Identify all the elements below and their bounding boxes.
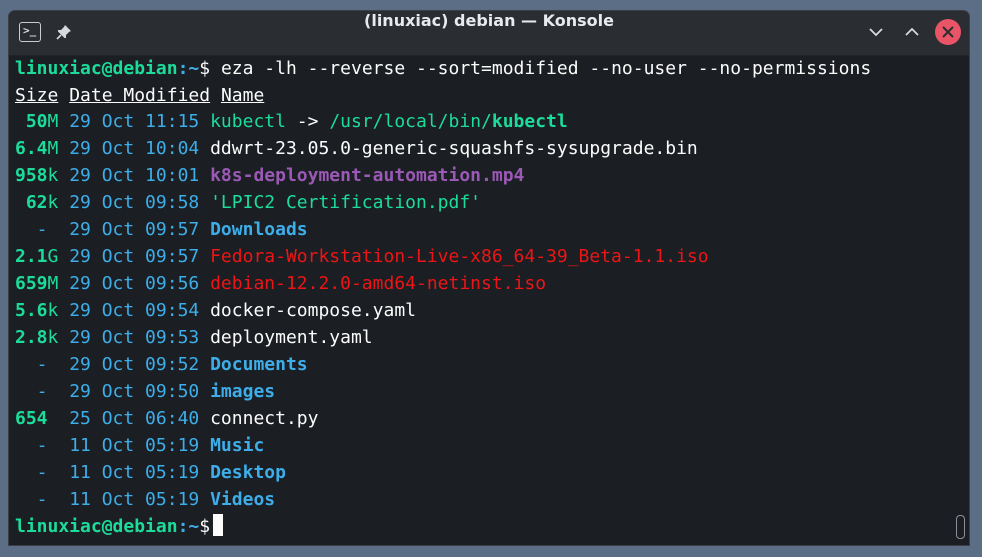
size-value: - bbox=[15, 354, 48, 375]
file-row: - 29 Oct 09:52 Documents bbox=[15, 351, 969, 378]
prompt-symbol-2: $ bbox=[199, 516, 211, 537]
header-date: Date Modified bbox=[69, 85, 211, 106]
maximize-button[interactable] bbox=[899, 19, 925, 45]
size-unit: M bbox=[47, 111, 59, 132]
file-row: - 29 Oct 09:57 Downloads bbox=[15, 216, 969, 243]
active-prompt-line[interactable]: linuxiac@debian:~$ bbox=[15, 513, 969, 540]
close-icon bbox=[942, 26, 954, 38]
prompt-path: :~ bbox=[177, 58, 200, 79]
file-row: 2.1G 29 Oct 09:57 Fedora-Workstation-Liv… bbox=[15, 243, 969, 270]
date-modified: 11 Oct 05:19 bbox=[69, 435, 200, 456]
date-modified: 29 Oct 09:57 bbox=[69, 219, 200, 240]
size-unit: k bbox=[47, 327, 59, 348]
file-name[interactable]: connect.py bbox=[210, 408, 318, 429]
title-bar[interactable]: >_ (linuxiac) debian — Konsole bbox=[9, 11, 969, 56]
size-value: - bbox=[15, 462, 48, 483]
file-name[interactable]: Videos bbox=[210, 489, 275, 510]
size-value: - bbox=[15, 381, 48, 402]
header-size: Size bbox=[15, 85, 59, 106]
size-value: 2.8 bbox=[15, 327, 48, 348]
text-cursor bbox=[213, 514, 224, 536]
listing-header: Size Date Modified Name bbox=[15, 82, 969, 109]
size-unit: G bbox=[47, 246, 59, 267]
size-value: - bbox=[15, 489, 48, 510]
size-unit: M bbox=[47, 273, 59, 294]
date-modified: 29 Oct 09:57 bbox=[69, 246, 200, 267]
file-name[interactable]: Downloads bbox=[210, 219, 308, 240]
header-name: Name bbox=[220, 85, 265, 106]
date-modified: 29 Oct 09:52 bbox=[69, 354, 200, 375]
file-name[interactable]: k8s-deployment-automation.mp4 bbox=[210, 165, 524, 186]
file-row: 5.6k 29 Oct 09:54 docker-compose.yaml bbox=[15, 297, 969, 324]
minimize-button[interactable] bbox=[863, 19, 889, 45]
date-modified: 29 Oct 10:04 bbox=[69, 138, 200, 159]
size-value: 2.1 bbox=[15, 246, 48, 267]
prompt-path-2: :~ bbox=[177, 516, 200, 537]
file-row: 62k 29 Oct 09:58 'LPIC2 Certification.pd… bbox=[15, 189, 969, 216]
size-value: 659 bbox=[15, 273, 48, 294]
size-value: - bbox=[15, 435, 48, 456]
file-row: 50M 29 Oct 11:15 kubectl -> /usr/local/b… bbox=[15, 108, 969, 135]
size-value: 654 bbox=[15, 408, 48, 429]
date-modified: 29 Oct 09:58 bbox=[69, 192, 200, 213]
size-value: 958 bbox=[15, 165, 48, 186]
command-line: linuxiac@debian:~$ eza -lh --reverse --s… bbox=[15, 55, 969, 82]
close-button[interactable] bbox=[935, 19, 961, 45]
window-title: (linuxiac) debian — Konsole bbox=[364, 11, 614, 30]
window-controls bbox=[863, 19, 961, 45]
date-modified: 11 Oct 05:19 bbox=[69, 489, 200, 510]
file-row: 654 25 Oct 06:40 connect.py bbox=[15, 405, 969, 432]
date-modified: 29 Oct 09:50 bbox=[69, 381, 200, 402]
file-name[interactable]: ddwrt-23.05.0-generic-squashfs-sysupgrad… bbox=[210, 138, 698, 159]
terminal-output[interactable]: linuxiac@debian:~$ eza -lh --reverse --s… bbox=[9, 56, 969, 545]
size-value: 50 bbox=[15, 111, 48, 132]
date-modified: 25 Oct 06:40 bbox=[69, 408, 200, 429]
size-unit: k bbox=[47, 165, 59, 186]
symlink-arrow: -> bbox=[285, 111, 330, 132]
size-unit: k bbox=[47, 300, 59, 321]
chevron-up-icon bbox=[905, 27, 919, 36]
konsole-window: >_ (linuxiac) debian — Konsole linuxiac@… bbox=[9, 11, 969, 545]
file-name[interactable]: Music bbox=[210, 435, 264, 456]
date-modified: 29 Oct 09:56 bbox=[69, 273, 200, 294]
file-name[interactable]: deployment.yaml bbox=[210, 327, 373, 348]
file-name[interactable]: debian-12.2.0-amd64-netinst.iso bbox=[210, 273, 546, 294]
symlink-target-dir: /usr/local/bin/ bbox=[329, 111, 492, 132]
file-name[interactable]: kubectl bbox=[210, 111, 286, 132]
file-name[interactable]: Fedora-Workstation-Live-x86_64-39_Beta-1… bbox=[210, 246, 709, 267]
size-value: - bbox=[15, 219, 48, 240]
file-row: - 11 Oct 05:19 Videos bbox=[15, 486, 969, 513]
size-unit: M bbox=[47, 138, 59, 159]
file-row: - 11 Oct 05:19 Desktop bbox=[15, 459, 969, 486]
listing-rows: 50M 29 Oct 11:15 kubectl -> /usr/local/b… bbox=[15, 108, 969, 513]
file-row: - 29 Oct 09:50 images bbox=[15, 378, 969, 405]
date-modified: 29 Oct 10:01 bbox=[69, 165, 200, 186]
size-unit: k bbox=[47, 192, 59, 213]
file-name[interactable]: images bbox=[210, 381, 275, 402]
file-row: 958k 29 Oct 10:01 k8s-deployment-automat… bbox=[15, 162, 969, 189]
file-name[interactable]: Documents bbox=[210, 354, 308, 375]
prompt-user-2: linuxiac@debian bbox=[15, 516, 178, 537]
file-name[interactable]: docker-compose.yaml bbox=[210, 300, 416, 321]
file-row: - 11 Oct 05:19 Music bbox=[15, 432, 969, 459]
prompt-symbol: $ bbox=[199, 58, 221, 79]
command-text: eza -lh --reverse --sort=modified --no-u… bbox=[220, 58, 872, 79]
date-modified: 29 Oct 09:53 bbox=[69, 327, 200, 348]
file-row: 659M 29 Oct 09:56 debian-12.2.0-amd64-ne… bbox=[15, 270, 969, 297]
chevron-down-icon bbox=[869, 28, 883, 37]
size-value: 62 bbox=[15, 192, 48, 213]
prompt-user: linuxiac@debian bbox=[15, 58, 178, 79]
date-modified: 29 Oct 11:15 bbox=[69, 111, 200, 132]
size-value: 6.4 bbox=[15, 138, 48, 159]
file-row: 2.8k 29 Oct 09:53 deployment.yaml bbox=[15, 324, 969, 351]
date-modified: 11 Oct 05:19 bbox=[69, 462, 200, 483]
size-value: 5.6 bbox=[15, 300, 48, 321]
file-name[interactable]: 'LPIC2 Certification.pdf' bbox=[210, 192, 481, 213]
file-row: 6.4M 29 Oct 10:04 ddwrt-23.05.0-generic-… bbox=[15, 135, 969, 162]
scrollbar-handle[interactable] bbox=[956, 515, 965, 539]
symlink-target-file: kubectl bbox=[491, 111, 568, 132]
file-name[interactable]: Desktop bbox=[210, 462, 286, 483]
date-modified: 29 Oct 09:54 bbox=[69, 300, 200, 321]
